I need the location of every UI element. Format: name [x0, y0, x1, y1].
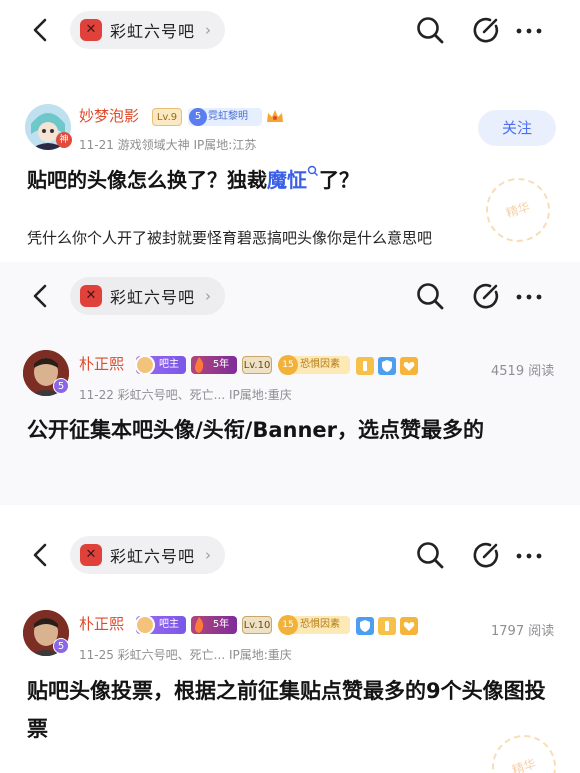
post-panel-2: 彩虹六号吧 › 5 朴正熙 吧主 5年 Lv.10 恐惧因素 15 [0, 262, 580, 505]
username[interactable]: 妙梦泡影 [79, 105, 139, 126]
post-meta: 11-21 游戏领域大神 IP属地:江苏 [79, 138, 257, 152]
back-arrow-icon[interactable] [27, 282, 55, 310]
forum-pill[interactable]: 彩虹六号吧 › [70, 536, 226, 574]
title-badge-number: 15 [278, 615, 298, 635]
top-bar: 彩虹六号吧 › [0, 0, 580, 60]
title-badge-text: 霓虹黎明 [208, 111, 248, 122]
level-badge: Lv.10 [242, 616, 272, 634]
title-badge-text: 恐惧因素 [300, 619, 340, 630]
level-badge: Lv.9 [152, 108, 182, 126]
forum-pill[interactable]: 彩虹六号吧 › [70, 277, 226, 315]
post-title[interactable]: 贴吧头像投票，根据之前征集贴点赞最多的9个头像图投票 [27, 672, 547, 748]
moderator-avatar-icon [135, 355, 155, 375]
back-arrow-icon[interactable] [27, 541, 55, 569]
forum-logo-icon [80, 544, 102, 566]
more-icon[interactable] [513, 280, 545, 312]
username[interactable]: 朴正熙 [79, 613, 124, 634]
tool-icon [378, 617, 396, 635]
search-icon[interactable] [414, 280, 446, 312]
fire-icon [195, 617, 204, 633]
post-title[interactable]: 公开征集本吧头像/头衔/Banner，选点赞最多的 [27, 411, 557, 449]
more-icon[interactable] [513, 14, 545, 46]
post-body[interactable]: 凭什么你个人开了被封就要怪育碧恶搞吧头像你是什么意思吧 [27, 227, 432, 248]
shield-icon [356, 617, 374, 635]
view-count: 1797 阅读 [491, 624, 555, 639]
forum-name: 彩虹六号吧 [110, 22, 196, 41]
post-title-text: 贴吧的头像怎么换了？独裁 [27, 168, 267, 192]
more-icon[interactable] [513, 539, 545, 571]
chevron-right-icon: › [205, 21, 212, 39]
forum-logo-icon [80, 19, 102, 41]
post-title[interactable]: 贴吧的头像怎么换了？独裁魔怔 了？ [27, 164, 547, 197]
crown-icon [267, 110, 283, 122]
back-arrow-icon[interactable] [27, 16, 55, 44]
shield-icon [378, 357, 396, 375]
post-meta: 11-22 彩虹六号吧、死亡... IP属地:重庆 [79, 388, 292, 402]
post-title-tail: 了？ [319, 168, 359, 192]
top-bar: 彩虹六号吧 › [0, 266, 580, 326]
forum-pill[interactable]: 彩虹六号吧 › [70, 11, 226, 49]
username[interactable]: 朴正熙 [79, 353, 124, 374]
fire-icon [195, 357, 204, 373]
heart-icon [400, 617, 418, 635]
post-panel-3: 彩虹六号吧 › 5 朴正熙 吧主 5年 Lv.10 恐惧因素 15 [0, 505, 580, 773]
avatar-level-badge: 5 [53, 378, 69, 394]
moderator-avatar-icon [135, 615, 155, 635]
view-count: 4519 阅读 [491, 364, 555, 379]
search-icon[interactable] [414, 539, 446, 571]
title-badge-text: 恐惧因素 [300, 359, 340, 370]
edit-icon[interactable] [470, 539, 502, 571]
forum-logo-icon [80, 285, 102, 307]
avatar-corner-badge: 神 [56, 132, 72, 148]
search-hint-icon [307, 165, 318, 176]
top-bar: 彩虹六号吧 › [0, 525, 580, 585]
post-meta: 11-25 彩虹六号吧、死亡... IP属地:重庆 [79, 648, 292, 662]
forum-name: 彩虹六号吧 [110, 288, 196, 307]
follow-button[interactable]: 关注 [478, 110, 556, 146]
edit-icon[interactable] [470, 280, 502, 312]
forum-name: 彩虹六号吧 [110, 547, 196, 566]
avatar-level-badge: 5 [53, 638, 69, 654]
keyword-link[interactable]: 魔怔 [267, 168, 307, 192]
chevron-right-icon: › [205, 546, 212, 564]
chevron-right-icon: › [205, 287, 212, 305]
title-badge-number: 5 [189, 108, 207, 126]
edit-icon[interactable] [470, 14, 502, 46]
post-panel-1: 彩虹六号吧 › 神 妙梦泡影 Lv.9 霓虹黎明 5 11-2 [0, 0, 580, 262]
tool-icon [356, 357, 374, 375]
title-badge-number: 15 [278, 355, 298, 375]
level-badge: Lv.10 [242, 356, 272, 374]
heart-icon [400, 357, 418, 375]
search-icon[interactable] [414, 14, 446, 46]
